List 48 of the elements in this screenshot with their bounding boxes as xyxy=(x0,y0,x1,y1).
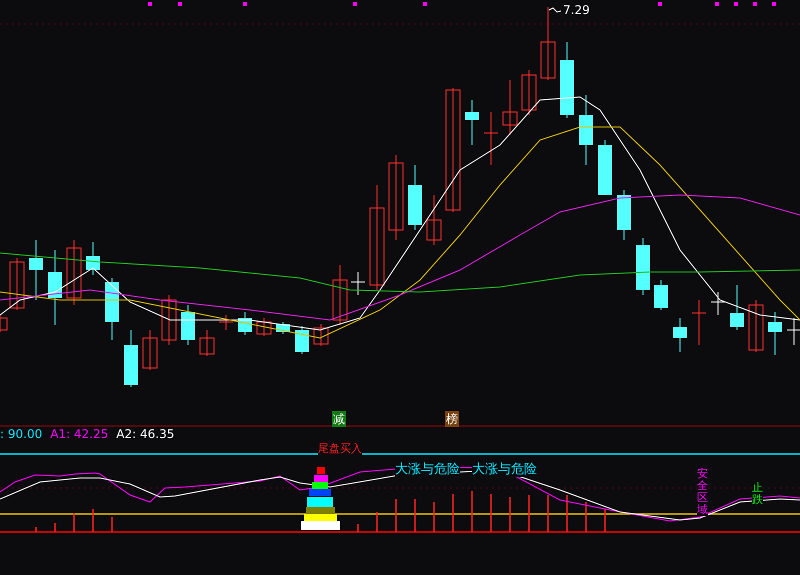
candlestick xyxy=(636,238,650,296)
signal-tag: 减 xyxy=(332,411,346,427)
candlestick xyxy=(162,294,176,346)
candlestick xyxy=(426,194,442,246)
chart-label: 安全区域 xyxy=(697,468,708,516)
signal-tag: 榜 xyxy=(445,411,459,427)
chart-label: 尾盘买入 xyxy=(318,443,362,455)
candlestick xyxy=(673,318,687,352)
candlestick xyxy=(710,292,726,316)
candlestick xyxy=(768,312,782,356)
candlestick xyxy=(218,314,234,330)
candlestick xyxy=(142,330,158,370)
candlestick xyxy=(502,80,518,136)
candlestick xyxy=(332,264,348,326)
candlestick xyxy=(124,330,138,388)
candlestick xyxy=(105,278,119,340)
candlestick xyxy=(617,190,631,240)
candlestick xyxy=(786,318,800,346)
candlestick xyxy=(29,240,43,300)
chart-label: 止跌 xyxy=(752,482,763,506)
candlestick xyxy=(314,324,328,346)
candlestick xyxy=(579,94,593,166)
candlestick xyxy=(66,240,82,306)
candlestick xyxy=(654,280,668,310)
candlestick xyxy=(181,304,195,346)
candlestick xyxy=(692,300,706,346)
candlestick xyxy=(256,318,272,336)
candlestick xyxy=(465,100,479,146)
candlestick xyxy=(598,140,612,196)
candlestick xyxy=(522,70,536,116)
candlestick xyxy=(350,272,366,296)
candlestick xyxy=(86,242,100,276)
candlestick xyxy=(295,326,309,354)
candlestick xyxy=(0,314,8,332)
candlestick xyxy=(408,164,422,230)
candlestick xyxy=(238,312,252,336)
price-label: 7.29 xyxy=(563,3,590,17)
candlestick xyxy=(276,322,290,334)
candlestick xyxy=(200,330,214,356)
candlestick xyxy=(484,112,498,166)
indicator-reading: : 90.00 xyxy=(0,427,42,442)
candlestick xyxy=(10,258,24,310)
indicator-reading: A2: 46.35 xyxy=(116,427,174,442)
candlestick xyxy=(730,284,744,330)
chart-label: 大涨与危险 xyxy=(395,462,460,477)
chart-label: 大涨与危险 xyxy=(472,462,537,477)
indicator-reading: A1: 42.25 xyxy=(50,427,108,442)
candlestick xyxy=(748,300,764,352)
